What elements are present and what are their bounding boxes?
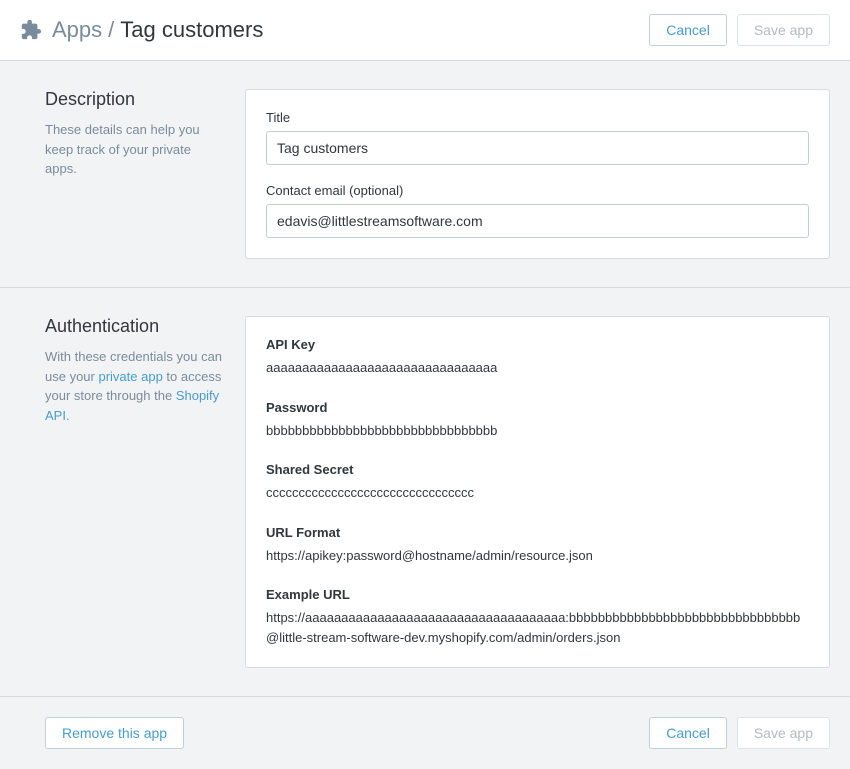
description-side: Description These details can help you k… — [0, 89, 245, 259]
breadcrumb: Apps / Tag customers — [20, 17, 263, 43]
page-footer: Remove this app Cancel Save app — [0, 696, 850, 769]
title-label: Title — [266, 110, 809, 125]
shared-secret-value: cccccccccccccccccccccccccccccccc — [266, 483, 809, 503]
email-input[interactable] — [266, 204, 809, 238]
footer-save-button: Save app — [737, 717, 830, 749]
authentication-side: Authentication With these credentials yo… — [0, 316, 245, 668]
breadcrumb-current: Tag customers — [120, 17, 263, 43]
email-label: Contact email (optional) — [266, 183, 809, 198]
example-url-value: https://aaaaaaaaaaaaaaaaaaaaaaaaaaaaaaaa… — [266, 608, 809, 647]
title-input[interactable] — [266, 131, 809, 165]
breadcrumb-separator: / — [108, 17, 114, 43]
auth-help-suffix: . — [66, 408, 70, 423]
shared-secret-label: Shared Secret — [266, 462, 809, 477]
description-card: Title Contact email (optional) — [245, 89, 830, 259]
footer-cancel-button[interactable]: Cancel — [649, 717, 727, 749]
save-app-button: Save app — [737, 14, 830, 46]
description-help-text: These details can help you keep track of… — [45, 120, 225, 179]
password-value: bbbbbbbbbbbbbbbbbbbbbbbbbbbbbbbb — [266, 421, 809, 441]
footer-actions: Cancel Save app — [649, 717, 830, 749]
authentication-section: Authentication With these credentials yo… — [0, 287, 850, 696]
breadcrumb-root[interactable]: Apps — [52, 17, 102, 43]
description-section: Description These details can help you k… — [0, 61, 850, 287]
app-icon — [20, 19, 42, 41]
authentication-help-text: With these credentials you can use your … — [45, 347, 225, 425]
remove-app-button[interactable]: Remove this app — [45, 717, 184, 749]
description-heading: Description — [45, 89, 225, 110]
url-format-value: https://apikey:password@hostname/admin/r… — [266, 546, 809, 566]
api-key-label: API Key — [266, 337, 809, 352]
api-key-value: aaaaaaaaaaaaaaaaaaaaaaaaaaaaaaaa — [266, 358, 809, 378]
page-header: Apps / Tag customers Cancel Save app — [0, 0, 850, 61]
url-format-label: URL Format — [266, 525, 809, 540]
authentication-card: API Key aaaaaaaaaaaaaaaaaaaaaaaaaaaaaaaa… — [245, 316, 830, 668]
private-app-link[interactable]: private app — [98, 369, 162, 384]
password-label: Password — [266, 400, 809, 415]
header-actions: Cancel Save app — [649, 14, 830, 46]
cancel-button[interactable]: Cancel — [649, 14, 727, 46]
authentication-heading: Authentication — [45, 316, 225, 337]
example-url-label: Example URL — [266, 587, 809, 602]
